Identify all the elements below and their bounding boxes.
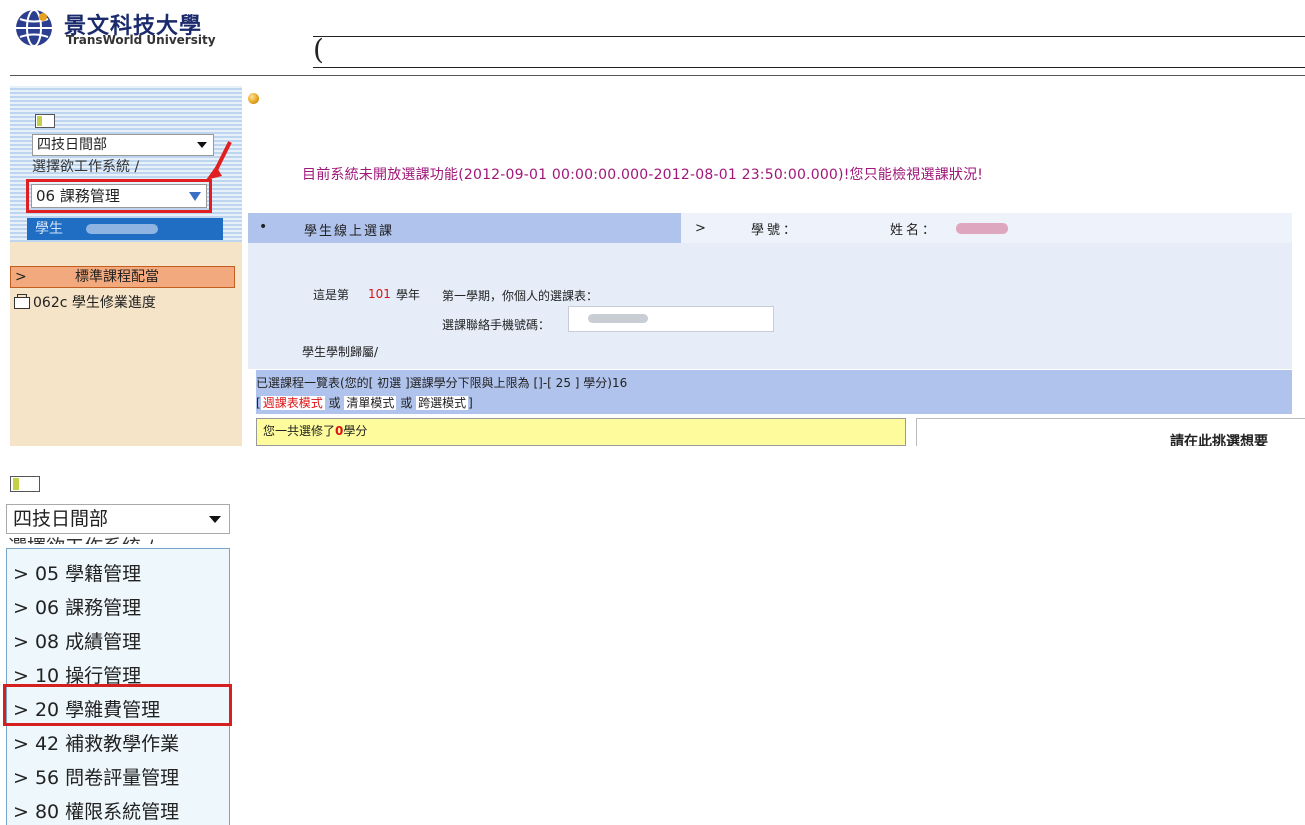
- or-text: 或: [400, 396, 413, 410]
- menu-item-label: 標準課程配當: [75, 269, 159, 285]
- system-select-label: 選擇欲工作系統 /: [32, 159, 140, 175]
- dept-select-zoomed[interactable]: 四技日間部: [6, 504, 230, 534]
- orange-bullet-icon: [248, 93, 259, 104]
- sidebar: 四技日間部 選擇欲工作系統 / 06 課務管理 學生 > 標準課程配當 062c…: [10, 86, 242, 446]
- window-toggle-icon[interactable]: [10, 476, 40, 492]
- selected-courses-title: 已選課程一覽表(您的[ 初選 ]選課學分下限與上限為 []-[ 25 ] 學分)…: [256, 376, 628, 390]
- chevron-down-icon: [209, 516, 221, 523]
- system-select-label: 選擇欲工作系統 /: [8, 532, 153, 544]
- highlight-box: [26, 179, 212, 213]
- menu-item-study-progress[interactable]: 062c 學生修業進度: [14, 292, 156, 312]
- year-prefix: 這是第: [313, 288, 350, 302]
- student-name-label: 姓名：: [890, 223, 939, 238]
- info-panel: 這是第 101 學年 第一學期，你個人的選課表： 選課聯絡手機號碼： 學生學制歸…: [248, 243, 1292, 369]
- header-divider: [10, 75, 1305, 76]
- red-arrow-icon: [206, 141, 232, 180]
- credits-prefix: 您一共選修了: [263, 424, 336, 438]
- page-header: 景文科技大學 TransWorld University (: [0, 0, 1305, 80]
- student-label: 學生: [35, 221, 63, 237]
- page-title: 學生線上選課: [304, 224, 395, 239]
- dept-select[interactable]: 四技日間部: [32, 134, 214, 156]
- year-suffix: 學年: [396, 288, 421, 302]
- year-number: 101: [368, 287, 391, 301]
- university-logo[interactable]: 景文科技大學 TransWorld University: [14, 6, 244, 50]
- dept-select-value: 四技日間部: [13, 508, 109, 530]
- menu-item-standard-course[interactable]: > 標準課程配當: [10, 266, 235, 288]
- weekly-mode-link[interactable]: 週課表模式: [260, 396, 325, 410]
- course-title-bar: • 學生線上選課 > 學號： 姓名：: [248, 213, 1292, 243]
- system-option[interactable]: > 05 學籍管理: [13, 559, 141, 586]
- credits-suffix: 學分: [343, 424, 368, 438]
- bracket: [: [256, 396, 261, 410]
- redacted-phone: [588, 314, 648, 323]
- credits-summary: 您一共選修了0學分: [256, 418, 906, 446]
- selected-courses-header: 已選課程一覽表(您的[ 初選 ]選課學分下限與上限為 []-[ 25 ] 學分)…: [256, 370, 1292, 414]
- or-text: 或: [328, 396, 341, 410]
- system-option[interactable]: > 56 問卷評量管理: [13, 763, 179, 790]
- bracket: ]: [468, 396, 473, 410]
- student-id-label: 學號：: [751, 223, 800, 238]
- banner-paren: (: [313, 33, 324, 66]
- view-mode-links: [週課表模式 或 清單模式 或 跨選模式]: [256, 394, 473, 411]
- list-mode-link[interactable]: 清單模式: [344, 396, 397, 410]
- window-toggle-icon[interactable]: [35, 114, 55, 128]
- folder-icon: [14, 294, 30, 309]
- globe-logo-icon: [16, 9, 52, 47]
- header-banner: [313, 36, 1305, 68]
- phone-label: 選課聯絡手機號碼：: [442, 318, 551, 332]
- cross-mode-link[interactable]: 跨選模式: [416, 396, 469, 410]
- redacted-student-name: [86, 224, 158, 234]
- system-option[interactable]: > 08 成績管理: [13, 627, 141, 654]
- semester-text: 第一學期，你個人的選課表：: [442, 289, 599, 303]
- separator: >: [695, 221, 706, 236]
- caret-icon: >: [15, 269, 27, 285]
- menu-item-label: 062c 學生修業進度: [33, 295, 156, 311]
- system-option[interactable]: > 06 課務管理: [13, 593, 141, 620]
- dept-select-value: 四技日間部: [37, 137, 107, 153]
- system-notice: 目前系統未開放選課功能(2012-09-01 00:00:00.000-2012…: [302, 167, 984, 183]
- system-option[interactable]: > 42 補救教學作業: [13, 729, 179, 756]
- bullet: •: [259, 219, 268, 235]
- system-option[interactable]: > 80 權限系統管理: [13, 797, 179, 824]
- highlight-box: [3, 684, 232, 726]
- program-label: 學生學制歸屬/: [302, 345, 379, 359]
- redacted-name: [956, 223, 1008, 234]
- logo-english-name: TransWorld University: [66, 33, 216, 47]
